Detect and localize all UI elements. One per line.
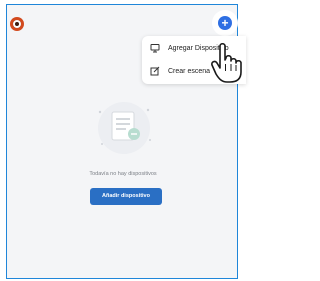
edit-scene-icon xyxy=(150,66,160,76)
app-logo-icon xyxy=(10,17,24,31)
add-button[interactable]: + xyxy=(212,10,238,36)
empty-state-text: Todavía no hay dispositivos xyxy=(89,171,157,177)
monitor-icon xyxy=(150,44,160,53)
plus-icon: + xyxy=(218,16,232,30)
add-device-button[interactable]: Añadir dispositivo xyxy=(90,188,162,205)
menu-item-label: Crear escena xyxy=(168,67,211,75)
empty-devices-illustration xyxy=(98,102,151,154)
hand-cursor-icon xyxy=(211,42,242,83)
